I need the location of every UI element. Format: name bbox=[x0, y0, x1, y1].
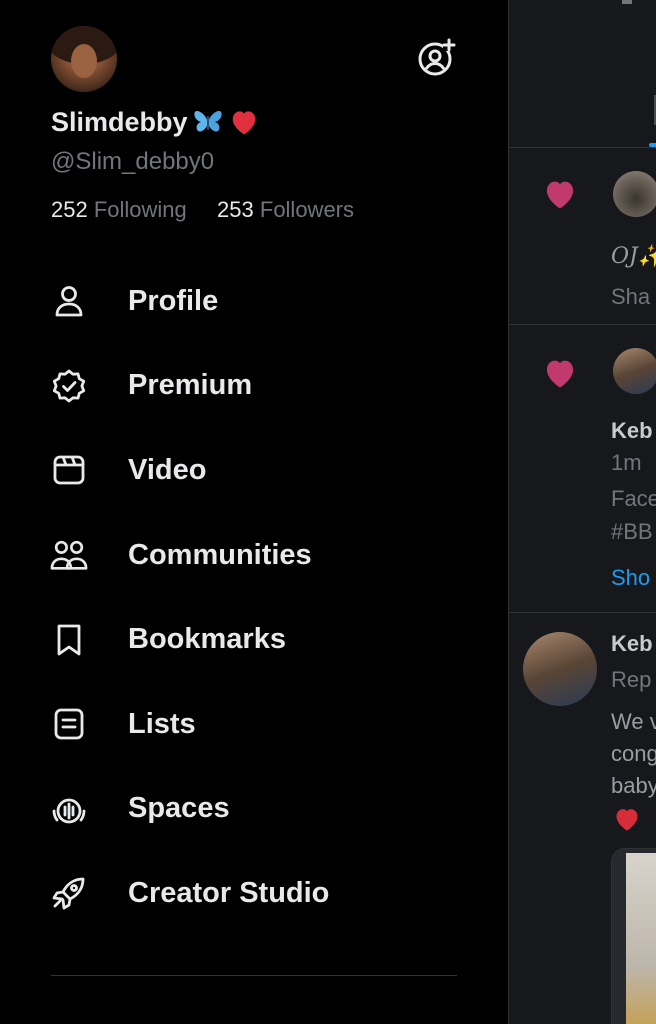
liked-heart-icon[interactable] bbox=[542, 357, 578, 389]
drawer-divider bbox=[51, 975, 457, 976]
feed-divider bbox=[509, 324, 656, 325]
verified-badge-icon bbox=[50, 367, 88, 405]
following-label: Following bbox=[93, 197, 187, 222]
post-time: 1m bbox=[611, 450, 642, 475]
post-text: baby bbox=[611, 773, 656, 798]
post-avatar[interactable] bbox=[613, 348, 656, 394]
user-handle: @Slim_debby0 bbox=[51, 148, 215, 175]
menu-item-spaces[interactable]: Spaces bbox=[0, 767, 508, 852]
menu-item-communities[interactable]: Communities bbox=[0, 513, 508, 598]
following-link[interactable]: 252 Following bbox=[51, 197, 193, 222]
post-avatar[interactable] bbox=[523, 632, 597, 706]
post-text: We v bbox=[611, 709, 656, 734]
feed-top-indicator bbox=[622, 0, 632, 4]
post-text: cong bbox=[611, 741, 656, 766]
drawer-menu: Profile Premium Video Communities Bookma… bbox=[0, 259, 508, 936]
follow-stats: 252 Following 253 Followers bbox=[51, 197, 354, 223]
avatar[interactable] bbox=[51, 26, 117, 92]
red-heart-emoji-icon bbox=[616, 809, 638, 831]
feed-divider bbox=[509, 147, 656, 148]
menu-item-bookmarks[interactable]: Bookmarks bbox=[0, 597, 508, 682]
menu-item-label: Lists bbox=[128, 707, 196, 740]
post-subtext: Sha bbox=[611, 284, 651, 309]
menu-item-label: Video bbox=[128, 453, 207, 486]
person-icon bbox=[50, 282, 88, 320]
menu-item-label: Profile bbox=[128, 284, 219, 317]
followers-link[interactable]: 253 Followers bbox=[217, 197, 354, 222]
menu-item-label: Spaces bbox=[128, 792, 230, 825]
post-text: Face bbox=[611, 486, 656, 511]
show-more-link[interactable]: Sho bbox=[611, 565, 650, 591]
post-subtext: Rep bbox=[611, 667, 652, 692]
bookmark-icon bbox=[50, 621, 88, 659]
side-drawer: Slimdebby @Slim_debby0 252 Following 253… bbox=[0, 0, 508, 1024]
add-account-icon[interactable] bbox=[416, 38, 456, 78]
menu-item-label: Creator Studio bbox=[128, 876, 330, 909]
post-avatar[interactable] bbox=[613, 171, 656, 217]
post-media-image[interactable] bbox=[611, 848, 656, 1024]
post-author[interactable]: Keb bbox=[611, 418, 653, 444]
display-name[interactable]: Slimdebby bbox=[51, 106, 260, 138]
menu-item-video[interactable]: Video bbox=[0, 428, 508, 513]
post-hashtag[interactable]: #BB bbox=[611, 519, 653, 545]
butterfly-emoji-icon bbox=[192, 106, 224, 138]
followers-label: Followers bbox=[259, 197, 355, 222]
menu-item-label: Bookmarks bbox=[128, 623, 286, 656]
liked-heart-icon[interactable] bbox=[542, 178, 578, 210]
menu-item-label: Communities bbox=[128, 538, 312, 571]
menu-item-profile[interactable]: Profile bbox=[0, 259, 508, 344]
spaces-icon bbox=[50, 790, 88, 828]
communities-icon bbox=[50, 536, 88, 574]
post-author[interactable]: Keb bbox=[611, 631, 653, 657]
followers-count: 253 bbox=[217, 197, 254, 222]
display-name-text: Slimdebby bbox=[51, 106, 188, 137]
list-icon bbox=[50, 705, 88, 743]
post-text: OJ✨ bbox=[611, 244, 656, 269]
following-count: 252 bbox=[51, 197, 88, 222]
menu-item-creator-studio[interactable]: Creator Studio bbox=[0, 851, 508, 936]
menu-item-label: Premium bbox=[128, 369, 253, 402]
background-feed: OJ✨ Sha Keb 1m Face #BB Sho Keb Rep We v… bbox=[508, 0, 656, 1024]
menu-item-premium[interactable]: Premium bbox=[0, 344, 508, 429]
red-heart-emoji-icon bbox=[228, 106, 260, 138]
menu-item-lists[interactable]: Lists bbox=[0, 682, 508, 767]
video-icon bbox=[50, 451, 88, 489]
rocket-icon bbox=[50, 874, 88, 912]
feed-divider bbox=[509, 612, 656, 613]
